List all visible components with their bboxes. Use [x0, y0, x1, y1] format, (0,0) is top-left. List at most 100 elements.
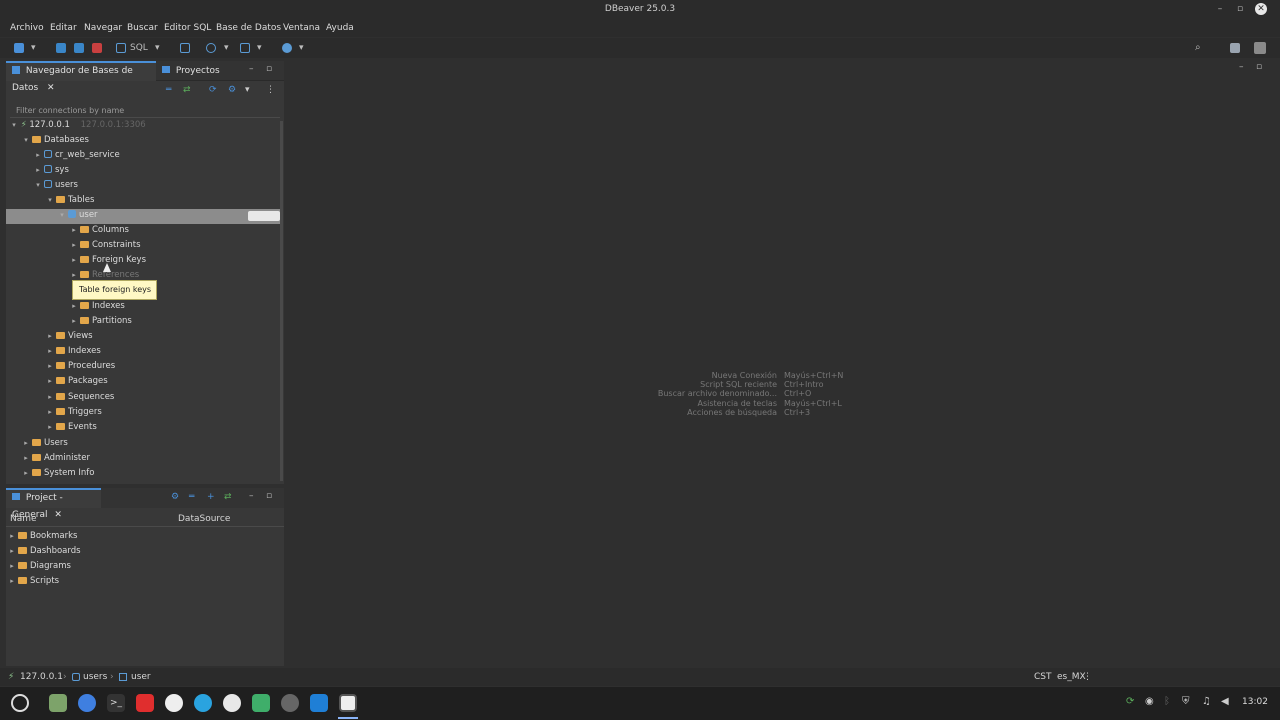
stop-icon[interactable]: [92, 43, 102, 53]
search-icon[interactable]: [282, 43, 292, 53]
menu-editar[interactable]: Editar: [50, 23, 77, 33]
whatsapp-icon[interactable]: [165, 694, 183, 712]
terminal-icon[interactable]: >_: [107, 694, 125, 712]
chevron-down-icon[interactable]: ▾: [299, 42, 304, 54]
lock-icon[interactable]: [180, 43, 190, 53]
menu-buscar[interactable]: Buscar: [127, 23, 158, 33]
breadcrumb-database[interactable]: users: [83, 672, 107, 682]
chevron-down-icon[interactable]: ▾: [155, 42, 160, 54]
network-icon[interactable]: ◉: [1145, 696, 1154, 707]
sql-editor-icon[interactable]: [116, 43, 126, 53]
clock[interactable]: 13:02: [1242, 697, 1268, 707]
search-icon[interactable]: ⌕: [1195, 42, 1201, 54]
close-icon[interactable]: ✕: [1255, 3, 1267, 15]
dbeaver-perspective-icon[interactable]: [1254, 42, 1266, 54]
notification-icon[interactable]: ♫: [1202, 696, 1211, 707]
minimize-icon[interactable]: –: [249, 491, 254, 501]
project-item-dashboards[interactable]: ▸ Dashboards: [8, 544, 80, 559]
slack-icon[interactable]: [223, 694, 241, 712]
tree-sequences[interactable]: ▸ Sequences: [46, 390, 114, 405]
volume-icon[interactable]: ◀: [1221, 696, 1229, 707]
settings-icon[interactable]: [281, 694, 299, 712]
tree-db-sys[interactable]: ▸ sys: [34, 163, 69, 178]
collapse-all-icon[interactable]: ═: [166, 85, 171, 95]
breadcrumb-connection[interactable]: 127.0.0.1: [20, 672, 63, 682]
menu-icon[interactable]: [11, 694, 29, 712]
tree-partitions[interactable]: ▸ Partitions: [70, 314, 132, 329]
editor-minimize-icon[interactable]: –: [1239, 62, 1244, 72]
telegram-icon[interactable]: [194, 694, 212, 712]
tree-db-cr-web-service[interactable]: ▸ cr_web_service: [34, 148, 120, 163]
bluetooth-icon[interactable]: ᛒ: [1164, 696, 1170, 707]
menu-navegar[interactable]: Navegar: [84, 23, 122, 33]
menu-archivo[interactable]: Archivo: [10, 23, 44, 33]
youtube-icon[interactable]: [136, 694, 154, 712]
tree-connection[interactable]: ▾ ⚡ 127.0.0.1 127.0.0.1:3306: [10, 118, 145, 133]
scrollbar[interactable]: [280, 121, 283, 481]
minimize-icon[interactable]: –: [249, 64, 254, 74]
dbeaver-icon[interactable]: [339, 694, 357, 712]
menu-ayuda[interactable]: Ayuda: [326, 23, 354, 33]
column-header-name[interactable]: Name: [10, 514, 37, 524]
link-editor-icon[interactable]: ⇄: [224, 492, 232, 502]
shield-icon[interactable]: ⛨: [1182, 696, 1190, 707]
menu-base-de-datos[interactable]: Base de Datos: [216, 23, 281, 33]
commit-icon[interactable]: [240, 43, 250, 53]
disconnect-icon[interactable]: [74, 43, 84, 53]
tree-indexes[interactable]: ▸ Indexes: [46, 344, 101, 359]
filter-connections-input[interactable]: Filter connections by name: [10, 104, 280, 118]
tab-project-general[interactable]: Project - General ✕: [6, 488, 101, 520]
link-editor-icon[interactable]: ⇄: [183, 85, 191, 95]
more-icon[interactable]: ⋮: [1083, 672, 1092, 682]
tree-procedures[interactable]: ▸ Procedures: [46, 359, 115, 374]
menu-ventana[interactable]: Ventana: [283, 23, 320, 33]
tree-constraints[interactable]: ▸ Constraints: [70, 238, 140, 253]
tree-table-indexes[interactable]: ▸ Indexes: [70, 299, 125, 314]
tree-packages[interactable]: ▸ Packages: [46, 374, 107, 389]
perspective-icon[interactable]: [1230, 43, 1240, 53]
settings-icon[interactable]: ⚙: [171, 492, 179, 502]
vue-icon[interactable]: [252, 694, 270, 712]
restore-icon[interactable]: ▫: [1234, 3, 1246, 15]
tree-triggers[interactable]: ▸ Triggers: [46, 405, 102, 420]
new-connection-icon[interactable]: [14, 43, 24, 53]
menu-editor-sql[interactable]: Editor SQL: [164, 23, 211, 33]
files-icon[interactable]: [49, 694, 67, 712]
project-item-bookmarks[interactable]: ▸ Bookmarks: [8, 529, 77, 544]
chrome-icon[interactable]: [78, 694, 96, 712]
tab-projects[interactable]: Proyectos: [156, 61, 226, 81]
chevron-down-icon[interactable]: ▾: [31, 42, 36, 54]
transaction-icon[interactable]: [206, 43, 216, 53]
minimize-icon[interactable]: –: [1214, 3, 1226, 15]
breadcrumb-table[interactable]: user: [131, 672, 151, 682]
project-item-scripts[interactable]: ▸ Scripts: [8, 574, 59, 589]
tree-system-info[interactable]: ▸ System Info: [22, 466, 94, 481]
column-header-datasource[interactable]: DataSource: [178, 514, 230, 524]
project-item-diagrams[interactable]: ▸ Diagrams: [8, 559, 71, 574]
collapse-all-icon[interactable]: ═: [189, 492, 194, 502]
tree-users[interactable]: ▸ Users: [22, 436, 68, 451]
chevron-down-icon[interactable]: ▾: [257, 42, 262, 54]
tree-tables[interactable]: ▾ Tables: [46, 193, 94, 208]
editor-maximize-icon[interactable]: ▫: [1256, 62, 1262, 72]
tree-events[interactable]: ▸ Events: [46, 420, 97, 435]
tab-database-navigator[interactable]: Navegador de Bases de Datos ✕: [6, 61, 156, 93]
chevron-down-icon[interactable]: ▾: [245, 85, 250, 95]
maximize-icon[interactable]: ▫: [266, 64, 272, 74]
chevron-down-icon[interactable]: ▾: [10, 118, 18, 133]
chevron-down-icon[interactable]: ▾: [224, 42, 229, 54]
connect-icon[interactable]: [56, 43, 66, 53]
sql-button[interactable]: SQL: [130, 42, 148, 54]
sync-icon[interactable]: ⟳: [1126, 696, 1134, 707]
tree-columns[interactable]: ▸ Columns: [70, 223, 129, 238]
tree-db-users[interactable]: ▾ users: [34, 178, 78, 193]
filter-icon[interactable]: ⚙: [228, 85, 236, 95]
tree-databases[interactable]: ▾ Databases: [22, 133, 89, 148]
more-icon[interactable]: ⋮: [266, 85, 275, 95]
tree-table-user[interactable]: ▾ user: [58, 208, 98, 223]
add-icon[interactable]: +: [207, 492, 215, 502]
close-icon[interactable]: ✕: [47, 83, 55, 93]
maximize-icon[interactable]: ▫: [266, 491, 272, 501]
tree-views[interactable]: ▸ Views: [46, 329, 92, 344]
tree-administer[interactable]: ▸ Administer: [22, 451, 90, 466]
